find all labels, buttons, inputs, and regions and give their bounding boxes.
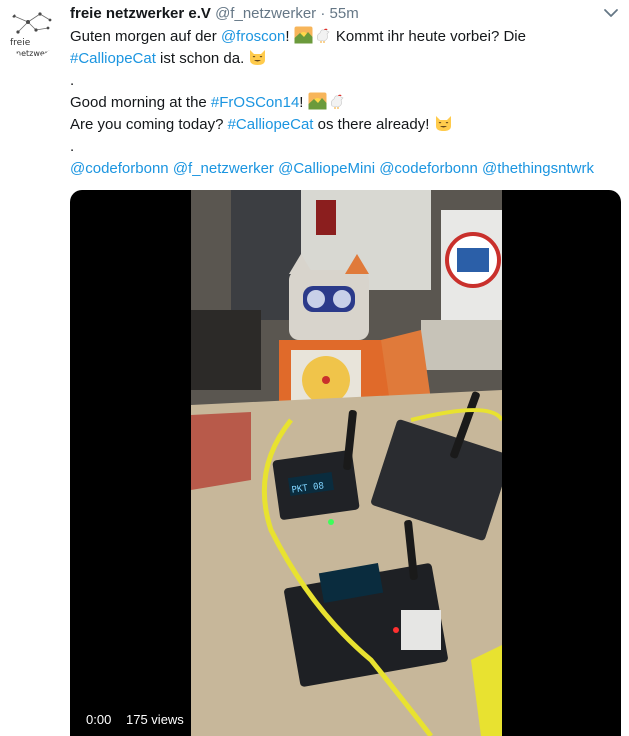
rooster-emoji-icon: [330, 94, 344, 109]
sunrise-emoji-icon: [308, 92, 327, 110]
text-line: #CalliopeCat ist schon da.: [70, 48, 615, 70]
network-logo-icon: [12, 12, 52, 34]
avatar-text: netzwerker: [16, 49, 56, 58]
text-segment: Are you coming today?: [70, 116, 228, 133]
avatar[interactable]: freie netzwerker: [6, 8, 56, 58]
mentions-line: @codeforbonn @f_netzwerker @CalliopeMini…: [70, 158, 615, 180]
hashtag-link-calliopecat[interactable]: #CalliopeCat: [228, 116, 314, 133]
hashtag-link-calliopecat[interactable]: #CalliopeCat: [70, 50, 156, 67]
separator: ·: [320, 5, 326, 22]
chevron-down-icon[interactable]: [603, 7, 619, 19]
mention-link[interactable]: @CalliopeMini: [278, 160, 375, 177]
sunrise-emoji-icon: [294, 26, 313, 44]
mention-link[interactable]: @thethingsntwrk: [482, 160, 594, 177]
avatar-text: freie: [10, 38, 31, 48]
mention-link[interactable]: @codeforbonn: [70, 160, 169, 177]
timestamp[interactable]: 55m: [330, 5, 359, 22]
text-line: Good morning at the #FrOSCon14!: [70, 92, 615, 114]
mention-link[interactable]: @codeforbonn: [379, 160, 478, 177]
tweet-header: freie netzwerker e.V @f_netzwerker · 55m: [70, 4, 359, 24]
text-segment: !: [285, 28, 294, 45]
video-frame: PKT 08: [191, 190, 502, 736]
text-segment: Guten morgen auf der: [70, 28, 221, 45]
smiling-cat-emoji-icon: [250, 50, 266, 65]
text-segment: !: [299, 94, 308, 111]
text-segment: Good morning at the: [70, 94, 211, 111]
text-segment: .: [70, 72, 75, 89]
text-line: Guten morgen auf der @froscon! Kommt ihr…: [70, 26, 615, 48]
video-views-badge: 175 views: [120, 709, 190, 731]
user-handle[interactable]: @f_netzwerker: [215, 5, 316, 22]
hashtag-link-froscon14[interactable]: #FrOSCon14: [211, 94, 299, 111]
text-segment: .: [70, 138, 75, 155]
smiling-cat-emoji-icon: [435, 116, 451, 131]
video-still-image: PKT 08: [191, 190, 502, 736]
rooster-emoji-icon: [316, 28, 330, 43]
tweet-text: Guten morgen auf der @froscon! Kommt ihr…: [70, 26, 615, 180]
text-segment: os there already!: [313, 116, 434, 133]
mention-link-froscon[interactable]: @froscon: [221, 28, 285, 45]
text-line: Are you coming today? #CalliopeCat os th…: [70, 114, 615, 136]
video-time-badge: 0:00: [80, 709, 118, 731]
text-line: .: [70, 70, 615, 92]
text-segment: ist schon da.: [155, 50, 249, 67]
text-segment: Kommt ihr heute vorbei? Die: [331, 28, 526, 45]
display-name[interactable]: freie netzwerker e.V: [70, 5, 211, 22]
video-player[interactable]: PKT 08 0:00 175 views: [70, 190, 621, 736]
mention-link[interactable]: @f_netzwerker: [173, 160, 274, 177]
text-line: .: [70, 136, 615, 158]
